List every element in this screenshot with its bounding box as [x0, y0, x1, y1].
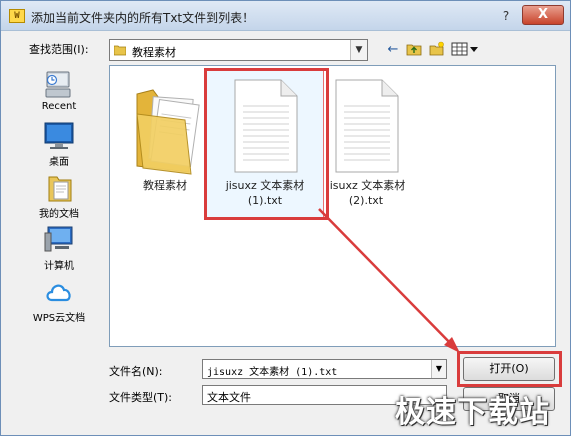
- folder-up-icon: [406, 44, 422, 56]
- annotation-box-open: [457, 351, 562, 387]
- help-button[interactable]: ?: [493, 7, 519, 25]
- look-in-label: 查找范围(I):: [29, 43, 89, 56]
- view-grid-icon: [451, 42, 478, 56]
- open-file-dialog: W 添加当前文件夹内的所有Txt文件到列表！ ? X 查找范围(I): 教程素材…: [0, 0, 571, 436]
- file-item-folder[interactable]: 教程素材: [115, 70, 215, 210]
- places-bar: Recent 桌面 我的文档 计算机 WPS云文档: [29, 67, 89, 349]
- back-icon[interactable]: ←: [386, 41, 400, 59]
- file-list-view[interactable]: 教程素材 jisuxz 文本素材 (1).txt jisuxz 文本素材 (2)…: [109, 65, 556, 347]
- recent-places-icon: [45, 71, 71, 98]
- filetype-value: 文本文件: [207, 391, 251, 404]
- filename-label: 文件名(N):: [109, 365, 163, 378]
- cloud-icon: [46, 284, 71, 302]
- window-title: 添加当前文件夹内的所有Txt文件到列表！: [31, 11, 255, 25]
- place-computer[interactable]: 计算机: [29, 223, 89, 273]
- place-label: Recent: [41, 101, 77, 112]
- title-bar[interactable]: W 添加当前文件夹内的所有Txt文件到列表！ ? X: [1, 1, 570, 31]
- place-documents[interactable]: 我的文档: [29, 171, 89, 221]
- place-label: 桌面: [49, 157, 69, 168]
- place-desktop[interactable]: 桌面: [29, 119, 89, 169]
- place-label: WPS云文档: [32, 313, 86, 324]
- annotation-box-file: [204, 68, 329, 220]
- filetype-label: 文件类型(T):: [109, 391, 173, 404]
- chevron-down-icon[interactable]: ▼: [431, 360, 446, 378]
- computer-icon: [44, 226, 73, 252]
- filename-value: jisuxz 文本素材 (1).txt: [207, 367, 338, 378]
- file-name: 教程素材: [143, 179, 187, 192]
- text-file-icon: [335, 79, 399, 173]
- close-button[interactable]: X: [522, 5, 564, 25]
- filename-input[interactable]: jisuxz 文本素材 (1).txt ▼: [202, 359, 447, 379]
- place-label: 我的文档: [39, 209, 79, 220]
- folder-icon: [114, 45, 126, 56]
- view-menu-icon[interactable]: [451, 41, 479, 59]
- up-folder-icon[interactable]: [406, 41, 422, 59]
- file-item-txt-2[interactable]: jisuxz 文本素材 (2).txt: [316, 70, 416, 210]
- file-name: jisuxz 文本素材 (2).txt: [326, 179, 406, 207]
- documents-icon: [48, 176, 72, 202]
- look-in-combo[interactable]: 教程素材 ▼: [109, 39, 368, 61]
- new-folder-icon[interactable]: [429, 41, 445, 59]
- place-label: 计算机: [44, 261, 74, 272]
- watermark: 极速下载站: [395, 395, 550, 430]
- look-in-value: 教程素材: [132, 46, 176, 59]
- new-folder-glyph-icon: [429, 41, 444, 56]
- app-icon: W: [9, 9, 25, 23]
- desktop-icon: [44, 122, 74, 149]
- place-recent[interactable]: Recent: [29, 67, 89, 117]
- place-wps-cloud[interactable]: WPS云文档: [29, 275, 89, 325]
- folder-icon: [136, 89, 200, 175]
- chevron-down-icon[interactable]: ▼: [350, 40, 367, 60]
